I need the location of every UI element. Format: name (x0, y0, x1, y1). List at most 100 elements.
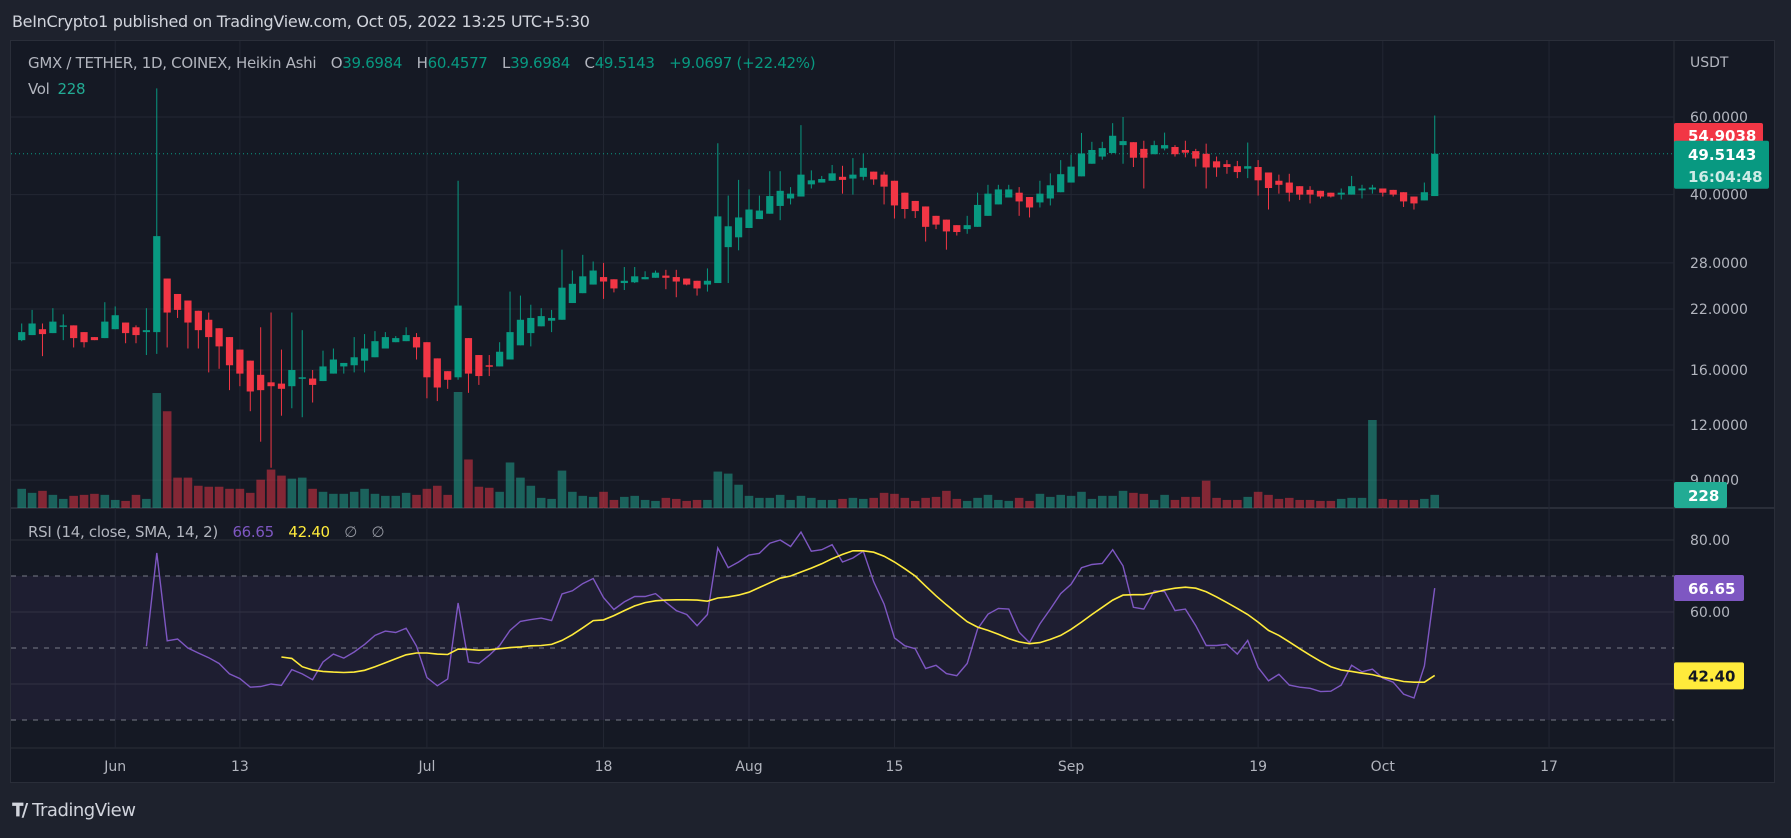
candle-body (714, 216, 722, 284)
candle-body (963, 225, 971, 230)
candles (18, 88, 1439, 468)
candle-body (225, 337, 234, 366)
volume-bar (1014, 497, 1024, 508)
candle-body (870, 171, 878, 180)
candle-body (1275, 180, 1283, 185)
candle-body (392, 338, 400, 343)
volume-bar (173, 477, 182, 508)
candle (1264, 172, 1273, 210)
candle-body (1171, 146, 1179, 155)
candle (516, 295, 525, 346)
candle-body (464, 338, 473, 374)
volume-bar (952, 498, 962, 508)
volume-bar (100, 494, 110, 508)
volume-bar (620, 496, 629, 508)
volume-bar (1243, 496, 1253, 508)
candle (1244, 142, 1252, 179)
candle-body (28, 323, 36, 336)
price-tick-label: 12.0000 (1690, 418, 1748, 434)
candle (1171, 145, 1179, 157)
candle-body (620, 280, 628, 284)
volume-bar (775, 494, 785, 508)
candle (901, 192, 909, 219)
volume-legend[interactable]: Vol 228 (28, 80, 86, 98)
candle (547, 309, 556, 333)
time-label: 19 (1249, 759, 1267, 775)
volume-bar (79, 494, 89, 508)
high-value: 60.4577 (427, 54, 488, 72)
candle-body (1420, 192, 1428, 201)
candle-body (568, 283, 576, 304)
candle-body (1368, 187, 1376, 190)
rsi-sma-badge: 42.40 (1674, 662, 1744, 690)
candle (683, 278, 691, 286)
symbol-legend[interactable]: GMX / TETHER, 1D, COINEX, Heikin Ashi O3… (28, 54, 816, 72)
candle (277, 349, 286, 416)
candle (1036, 180, 1044, 208)
volume-bar (1336, 498, 1346, 508)
tradingview-footer[interactable]: 𝐓/ TradingView (12, 800, 136, 821)
candle (1399, 192, 1408, 207)
candle-body (953, 225, 961, 233)
rsi-tick-label: 60.00 (1690, 605, 1730, 621)
candle (205, 312, 213, 373)
rsi-legend[interactable]: RSI (14, close, SMA, 14, 2) 66.65 42.40 … (28, 523, 385, 541)
candle-body (1306, 189, 1314, 195)
candle-body (122, 322, 130, 334)
candle-body (59, 325, 67, 327)
chart-canvas[interactable]: Jun 13 Jul 18 Aug 15 Sep 19 Oct 1760.000040.00002… (0, 0, 1791, 838)
candle (225, 337, 234, 391)
volume-bar (890, 493, 899, 508)
candle (1161, 132, 1169, 151)
candle (1192, 148, 1200, 167)
rsi-sma-value: 42.40 (288, 523, 330, 541)
candle (838, 165, 847, 194)
candle-body (298, 377, 306, 379)
candle (932, 215, 940, 230)
volume-bar (796, 495, 806, 508)
volume-bar (110, 499, 120, 508)
candle-body (267, 382, 275, 387)
candle (745, 189, 753, 228)
candle-body (1379, 188, 1387, 193)
volume-bar (360, 488, 369, 508)
candle (1202, 143, 1210, 189)
volume-bar (942, 490, 951, 508)
volume-bar (1170, 499, 1180, 508)
volume-bar (1430, 494, 1440, 508)
candle-body (1046, 185, 1054, 199)
volume-bar (723, 473, 733, 508)
candle-body (371, 341, 379, 358)
candle (620, 267, 628, 291)
candle-body (1192, 151, 1200, 159)
candle-body (319, 366, 327, 382)
volume-bar (17, 488, 26, 508)
candle (464, 338, 473, 393)
volume-bar (1357, 497, 1367, 508)
candle (703, 268, 712, 292)
volume-bar (48, 494, 58, 508)
candle-body (1067, 166, 1075, 183)
candle (215, 328, 223, 369)
candle (1275, 174, 1283, 194)
candle-body (838, 176, 847, 180)
candle (1046, 173, 1054, 206)
price-tick-label: 40.0000 (1690, 188, 1748, 204)
candle (433, 358, 441, 402)
last-price-badge: 49.5143 16:04:48 (1674, 140, 1769, 189)
candle (340, 362, 348, 374)
candle (776, 171, 784, 221)
candle (714, 143, 722, 284)
candle-body (1015, 192, 1023, 202)
candle (163, 278, 171, 348)
candle-body (194, 310, 202, 331)
time-label: 18 (595, 759, 613, 775)
volume-bar (765, 497, 775, 508)
candle-body (724, 226, 732, 248)
candle-body (558, 287, 566, 320)
candle-body (1098, 148, 1106, 157)
candle (402, 327, 410, 342)
candle (1379, 188, 1387, 197)
volume-bar (516, 477, 525, 508)
volume-bar (1077, 491, 1086, 508)
